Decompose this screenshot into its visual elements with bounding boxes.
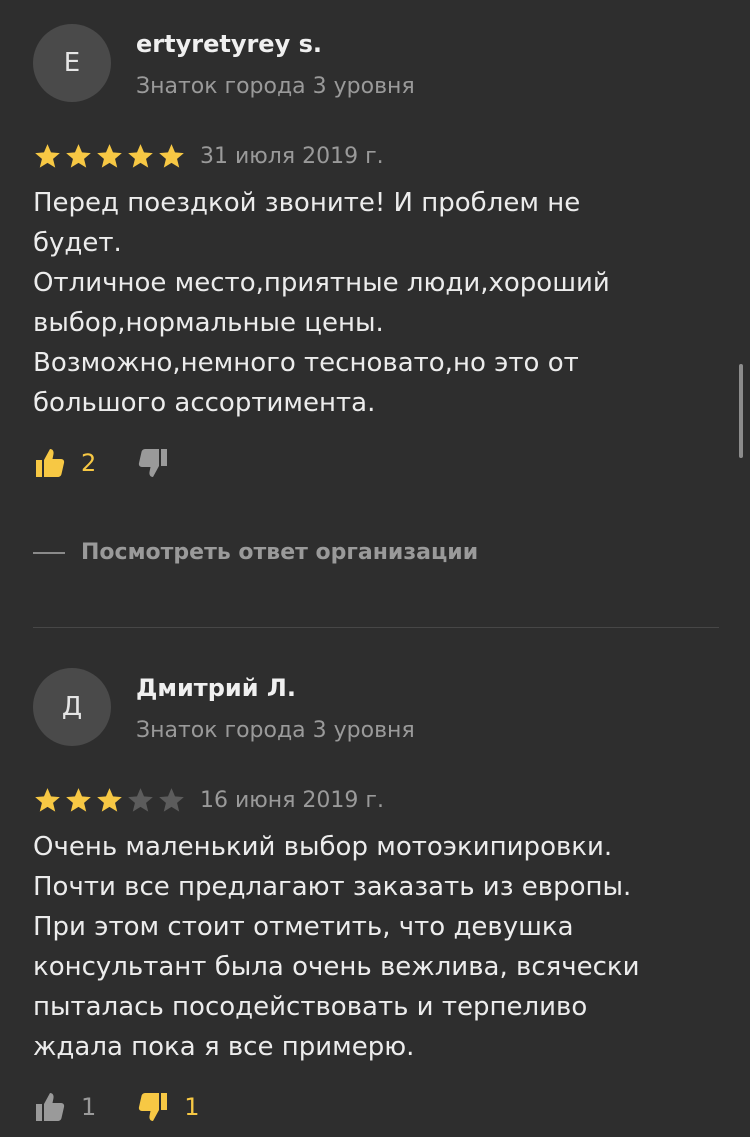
star-filled-icon <box>35 787 60 812</box>
avatar[interactable]: E <box>33 24 111 102</box>
dash-decoration <box>33 551 65 554</box>
thumbs-down-icon <box>136 446 170 480</box>
review-text: Перед поездкой звоните! И проблем не буд… <box>33 188 610 418</box>
star-empty-icon <box>128 787 153 812</box>
dislike-button[interactable] <box>136 446 184 480</box>
like-button[interactable]: 2 <box>33 446 96 480</box>
review-header[interactable]: Д Дмитрий Л. Знаток города 3 уровня <box>0 644 750 764</box>
review-date: 16 июня 2019 г. <box>200 787 384 813</box>
thumbs-up-icon <box>33 446 67 480</box>
author-level: Знаток города 3 уровня <box>136 718 415 743</box>
thumbs-down-icon <box>136 1090 170 1124</box>
view-org-reply-link[interactable]: Посмотреть ответ организации <box>33 540 478 565</box>
star-filled-icon <box>97 787 122 812</box>
reviews-screen: E ertyretyrey s. Знаток города 3 уровня … <box>0 0 750 1137</box>
star-filled-icon <box>35 143 60 168</box>
like-count: 2 <box>81 449 97 477</box>
star-empty-icon <box>159 787 184 812</box>
star-filled-icon <box>66 143 91 168</box>
author-name[interactable]: ertyretyrey s. <box>136 30 322 58</box>
star-rating <box>33 142 186 171</box>
review-header[interactable]: E ertyretyrey s. Знаток города 3 уровня <box>0 0 750 120</box>
scrollbar[interactable] <box>739 364 743 458</box>
star-filled-icon <box>97 143 122 168</box>
review-text: Очень маленький выбор мотоэкипировки. По… <box>33 832 640 1062</box>
avatar[interactable]: Д <box>33 668 111 746</box>
author-level: Знаток города 3 уровня <box>136 74 415 99</box>
reactions: 2 <box>33 446 184 480</box>
star-filled-icon <box>159 143 184 168</box>
star-rating <box>33 786 186 815</box>
star-filled-icon <box>66 787 91 812</box>
like-button[interactable]: 1 <box>33 1090 96 1124</box>
rating-row: 16 июня 2019 г. <box>33 785 384 815</box>
view-org-reply-label: Посмотреть ответ организации <box>81 540 479 565</box>
like-count: 1 <box>81 1093 97 1121</box>
thumbs-up-icon <box>33 1090 67 1124</box>
star-filled-icon <box>128 143 153 168</box>
dislike-button[interactable]: 1 <box>136 1090 200 1124</box>
review-date: 31 июля 2019 г. <box>200 143 384 169</box>
author-name[interactable]: Дмитрий Л. <box>136 674 296 702</box>
reactions: 1 1 <box>33 1090 200 1124</box>
rating-row: 31 июля 2019 г. <box>33 141 384 171</box>
dislike-count: 1 <box>184 1093 200 1121</box>
divider <box>33 627 719 628</box>
